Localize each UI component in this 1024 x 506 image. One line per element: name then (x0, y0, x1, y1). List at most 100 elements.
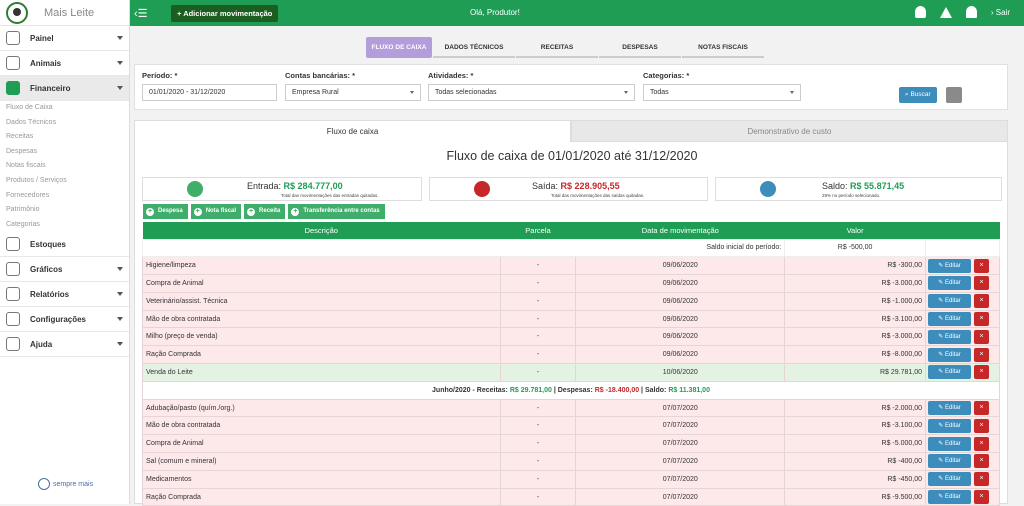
tab-fluxo-caixa[interactable]: Fluxo de caixa (134, 120, 571, 142)
tab-demonstrativo-custo[interactable]: Demonstrativo de custo (571, 120, 1008, 142)
edit-button[interactable]: ✎ Editar (928, 436, 971, 451)
periodo-input[interactable]: 01/01/2020 - 31/12/2020 (142, 84, 277, 101)
close-icon: × (979, 261, 984, 269)
delete-button[interactable]: × (974, 454, 989, 469)
sub-item-notas-fiscais[interactable]: Notas fiscais (0, 159, 129, 174)
row-date: 07/07/2020 (575, 469, 786, 489)
row-description: Sal (comum e mineral) (142, 452, 501, 471)
initial-balance-label: Saldo inicial do período: (141, 238, 786, 258)
sidebar-item-relatorios[interactable]: Relatórios (0, 282, 129, 308)
row-actions: ✎ Editar × (925, 309, 1000, 329)
row-actions: ✎ Editar × (925, 345, 1000, 365)
add-movement-button[interactable]: + Adicionar movimentação (171, 5, 279, 22)
tab-dados-tecnicos[interactable]: DADOS TÉCNICOS (433, 37, 515, 58)
sub-item-produtos-servicos[interactable]: Produtos / Serviços (0, 174, 129, 189)
edit-button[interactable]: ✎ Editar (928, 276, 971, 291)
sub-item-dados-tecnicos[interactable]: Dados Técnicos (0, 116, 129, 131)
row-value: R$ -300,00 (784, 256, 926, 276)
edit-button[interactable]: ✎ Editar (928, 312, 971, 327)
close-icon: × (979, 332, 984, 340)
warning-icon[interactable] (939, 6, 952, 18)
sub-item-fluxo-de-caixa[interactable]: Fluxo de Caixa (0, 101, 129, 116)
edit-button[interactable]: ✎ Editar (928, 472, 971, 487)
app-name: Mais Leite (44, 6, 95, 19)
sidebar-item-label: Estoques (30, 239, 67, 249)
tab-despesas[interactable]: DESPESAS (599, 37, 681, 58)
plus-icon: + (291, 207, 300, 216)
table-row: Milho (preço de venda) -09/06/2020 R$ -3.0… (142, 327, 1000, 347)
add-receita-button[interactable]: + Receita (244, 204, 286, 219)
edit-button[interactable]: ✎ Editar (928, 490, 971, 505)
delete-button[interactable]: × (974, 401, 989, 416)
summary-entrada: Entrada: R$ 284.777,00 Total das movimen… (142, 177, 422, 201)
row-value: R$ -9.500,00 (784, 487, 926, 506)
edit-button[interactable]: ✎ Editar (928, 454, 971, 469)
tab-fluxo-de-caixa[interactable]: FLUXO DE CAIXA (366, 37, 432, 58)
plus-icon: + (193, 207, 202, 216)
sidebar-item-ajuda[interactable]: Ajuda (0, 332, 129, 358)
edit-button[interactable]: ✎ Editar (928, 258, 971, 273)
chart-icon (6, 262, 20, 277)
sidebar-item-financeiro[interactable]: Financeiro (0, 76, 129, 101)
sidebar-item-estoques[interactable]: Estoques (0, 232, 129, 258)
sidebar: Mais Leite Painel Animais Financeiro Flu… (0, 0, 130, 504)
tab-receitas[interactable]: RECEITAS (516, 37, 598, 58)
delete-button[interactable]: × (974, 418, 989, 433)
row-description: Mão de obra contratada (142, 416, 501, 436)
table-row: Higiene/limpeza -09/06/2020 R$ -300,00 ✎ Ed… (142, 256, 1000, 276)
delete-button[interactable]: × (974, 365, 989, 380)
sub-item-patrimonio[interactable]: Patrimônio (0, 203, 129, 218)
edit-button[interactable]: ✎ Editar (928, 347, 971, 362)
delete-button[interactable]: × (974, 276, 989, 291)
sub-item-despesas[interactable]: Despesas (0, 145, 129, 160)
delete-button[interactable]: × (974, 258, 989, 273)
close-icon: × (979, 350, 984, 358)
delete-button[interactable]: × (974, 312, 989, 327)
saida-value: R$ 228.905,55 (560, 181, 620, 191)
atividades-select[interactable]: Todas selecionadas (428, 84, 635, 101)
edit-button[interactable]: ✎ Editar (928, 329, 971, 344)
delete-button[interactable]: × (974, 329, 989, 344)
income-icon (187, 181, 203, 197)
row-date: 07/07/2020 (575, 487, 786, 506)
add-transferencia-button[interactable]: + Transferência entre contas (288, 204, 385, 219)
table-body: Saldo inicial do período: R$ -500,00 Higie… (141, 238, 1000, 506)
sidebar-item-configuracoes[interactable]: Configurações (0, 307, 129, 333)
sub-item-receitas[interactable]: Receitas (0, 130, 129, 145)
row-date: 09/06/2020 (575, 274, 786, 293)
edit-button[interactable]: ✎ Editar (928, 401, 971, 416)
sidebar-item-animais[interactable]: Animais (0, 51, 129, 76)
hamburger-icon[interactable]: ‹☰ (134, 7, 148, 20)
edit-button[interactable]: ✎ Editar (928, 365, 971, 380)
chevron-down-icon (117, 36, 123, 40)
delete-button[interactable]: × (974, 490, 989, 505)
print-button[interactable] (946, 87, 962, 103)
sidebar-item-graficos[interactable]: Gráficos (0, 257, 129, 283)
delete-button[interactable]: × (974, 294, 989, 309)
row-description: Mão de obra contratada (142, 309, 501, 329)
sub-item-fornecedores[interactable]: Fornecedores (0, 189, 129, 204)
categorias-filter: Categorias: * Todas (643, 71, 801, 101)
row-parcela: - (499, 416, 577, 436)
delete-button[interactable]: × (974, 472, 989, 487)
user-icon[interactable] (914, 6, 926, 18)
add-despesa-button[interactable]: + Despesa (143, 204, 188, 219)
sidebar-item-painel[interactable]: Painel (0, 26, 129, 51)
edit-button[interactable]: ✎ Editar (928, 418, 971, 433)
categorias-select[interactable]: Todas (643, 84, 801, 101)
brand[interactable]: Mais Leite (0, 0, 129, 26)
row-actions: ✎ Editar × (925, 487, 1000, 506)
search-button[interactable]: ⌕ Buscar (899, 87, 937, 103)
periodo-filter: Período: * 01/01/2020 - 31/12/2020 (142, 71, 277, 101)
bell-icon[interactable] (965, 6, 977, 18)
delete-button[interactable]: × (974, 436, 989, 451)
footer-brand: sempre mais (38, 478, 93, 490)
logout-link[interactable]: › Sair (991, 8, 1010, 17)
contas-select[interactable]: Empresa Rural (285, 84, 421, 101)
add-nota-fiscal-button[interactable]: + Nota fiscal (190, 204, 242, 219)
row-description: Ração Comprada (142, 345, 501, 365)
sub-item-categorias[interactable]: Categorias (0, 218, 129, 233)
delete-button[interactable]: × (974, 347, 989, 362)
edit-button[interactable]: ✎ Editar (928, 294, 971, 309)
tab-notas-fiscais[interactable]: NOTAS FISCAIS (682, 37, 764, 58)
